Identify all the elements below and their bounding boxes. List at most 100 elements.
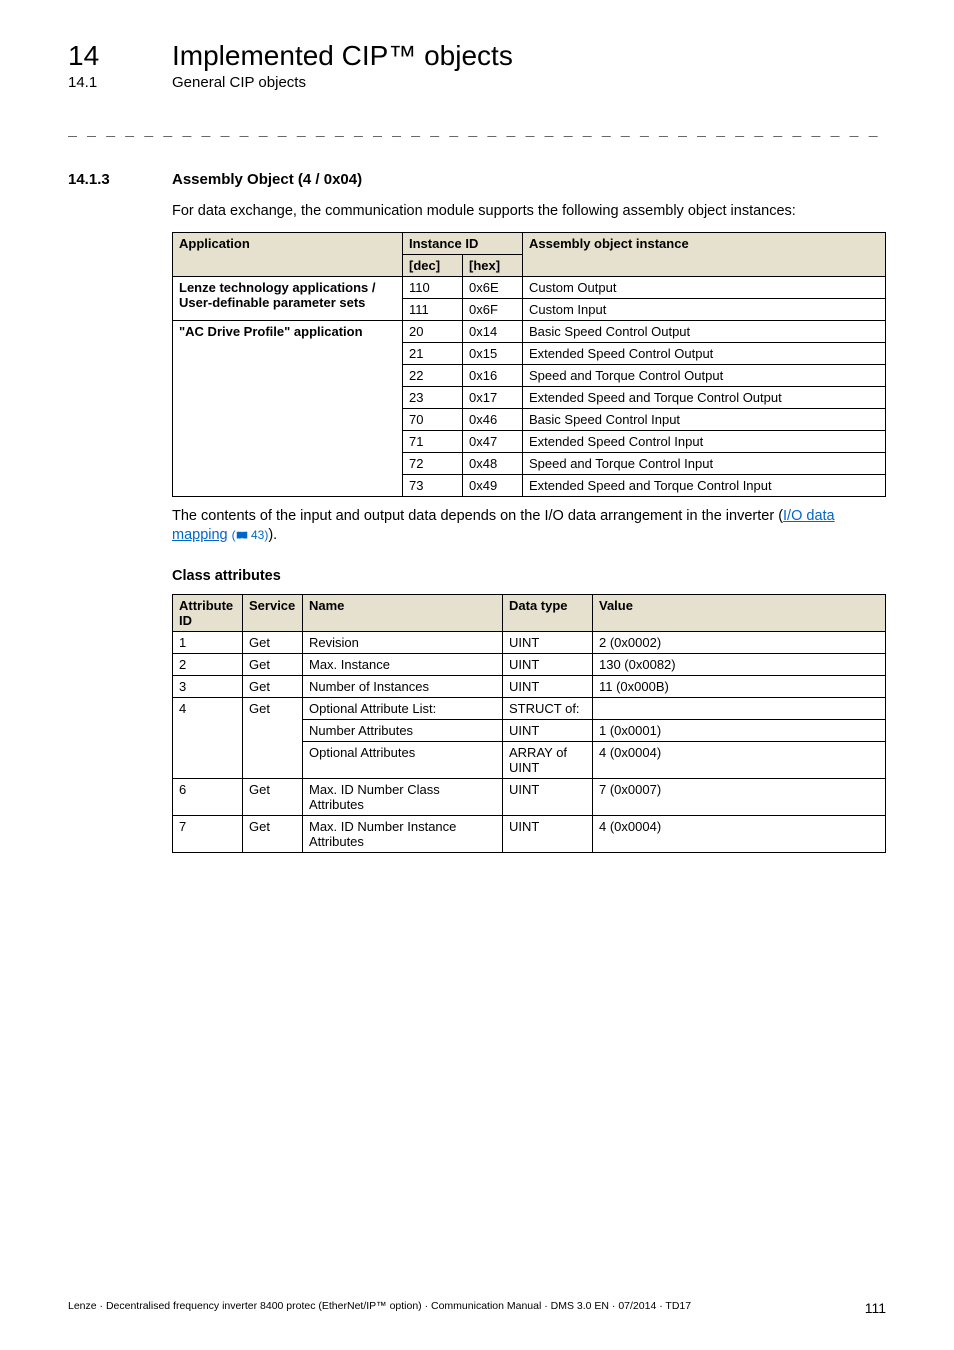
td-desc: Speed and Torque Control Input (523, 452, 886, 474)
td-desc: Speed and Torque Control Output (523, 364, 886, 386)
td-hex: 0x17 (463, 386, 523, 408)
td-type: UINT (503, 778, 593, 815)
td-subval: 1 (0x0001) (593, 719, 886, 741)
chapter-title: Implemented CIP™ objects (172, 40, 513, 72)
th-value: Value (593, 594, 886, 631)
th-attr: Attribute ID (173, 594, 243, 631)
td-type: UINT (503, 653, 593, 675)
td-desc: Basic Speed Control Input (523, 408, 886, 430)
td-hex: 0x6E (463, 276, 523, 298)
section-header: 14.1.3 Assembly Object (4 / 0x04) (68, 171, 886, 188)
table-header-row: Application Instance ID Assembly object … (173, 232, 886, 254)
td-svc: Get (243, 778, 303, 815)
table-row: 6 Get Max. ID Number Class Attributes UI… (173, 778, 886, 815)
td-name: Max. Instance (303, 653, 503, 675)
table-row: 2 Get Max. Instance UINT 130 (0x0082) (173, 653, 886, 675)
td-val: 130 (0x0082) (593, 653, 886, 675)
td-dec: 72 (403, 452, 463, 474)
td-type: UINT (503, 815, 593, 852)
td-desc: Extended Speed Control Input (523, 430, 886, 452)
page-footer: Lenze · Decentralised frequency inverter… (68, 1300, 886, 1316)
chapter-number: 14 (68, 40, 132, 72)
td-id: 1 (173, 631, 243, 653)
td-dec: 110 (403, 276, 463, 298)
table-row: 3 Get Number of Instances UINT 11 (0x000… (173, 675, 886, 697)
td-svc: Get (243, 653, 303, 675)
td-val: 4 (0x0004) (593, 815, 886, 852)
td-desc: Extended Speed Control Output (523, 342, 886, 364)
td-dec: 71 (403, 430, 463, 452)
td-name: Revision (303, 631, 503, 653)
th-datatype: Data type (503, 594, 593, 631)
td-desc: Basic Speed Control Output (523, 320, 886, 342)
page: 14 Implemented CIP™ objects 14.1 General… (0, 0, 954, 1350)
section-number: 14.1.3 (68, 171, 132, 188)
td-id: 3 (173, 675, 243, 697)
td-dec: 111 (403, 298, 463, 320)
td-name: Optional Attribute List: (303, 697, 503, 719)
td-val: 11 (0x000B) (593, 675, 886, 697)
table-row: "AC Drive Profile" application 20 0x14 B… (173, 320, 886, 342)
td-hex: 0x47 (463, 430, 523, 452)
td-id: 7 (173, 815, 243, 852)
section-body: For data exchange, the communication mod… (172, 202, 886, 853)
td-svc: Get (243, 815, 303, 852)
td-dec: 21 (403, 342, 463, 364)
td-svc: Get (243, 697, 303, 778)
class-attributes-heading: Class attributes (172, 568, 886, 584)
section-title: Assembly Object (4 / 0x04) (172, 171, 362, 188)
td-hex: 0x15 (463, 342, 523, 364)
td-dec: 20 (403, 320, 463, 342)
chapter-header: 14 Implemented CIP™ objects (68, 40, 886, 72)
td-desc: Custom Input (523, 298, 886, 320)
td-desc: Extended Speed and Torque Control Input (523, 474, 886, 496)
th-dec: [dec] (403, 254, 463, 276)
th-application: Application (173, 232, 403, 276)
note-post: ). (268, 527, 277, 543)
td-dec: 73 (403, 474, 463, 496)
td-subname: Optional Attributes (303, 741, 503, 778)
th-service: Service (243, 594, 303, 631)
separator: _ _ _ _ _ _ _ _ _ _ _ _ _ _ _ _ _ _ _ _ … (68, 119, 886, 137)
td-subval: 4 (0x0004) (593, 741, 886, 778)
td-app-label: "AC Drive Profile" application (173, 320, 403, 496)
footer-text: Lenze · Decentralised frequency inverter… (68, 1300, 691, 1316)
table-row: 1 Get Revision UINT 2 (0x0002) (173, 631, 886, 653)
td-dec: 70 (403, 408, 463, 430)
td-svc: Get (243, 675, 303, 697)
td-name: Max. ID Number Class Attributes (303, 778, 503, 815)
table-header-row: Attribute ID Service Name Data type Valu… (173, 594, 886, 631)
th-assembly: Assembly object instance (523, 232, 886, 276)
subchapter-header: 14.1 General CIP objects (68, 74, 886, 91)
class-attributes-table: Attribute ID Service Name Data type Valu… (172, 594, 886, 853)
table-row: 4 Get Optional Attribute List: STRUCT of… (173, 697, 886, 719)
book-icon (236, 531, 248, 540)
th-name: Name (303, 594, 503, 631)
th-instance-id: Instance ID (403, 232, 523, 254)
td-hex: 0x49 (463, 474, 523, 496)
td-id: 2 (173, 653, 243, 675)
td-dec: 22 (403, 364, 463, 386)
td-val (593, 697, 886, 719)
td-desc: Extended Speed and Torque Control Output (523, 386, 886, 408)
td-subtype: ARRAY of UINT (503, 741, 593, 778)
table-row: Lenze technology applications / User-def… (173, 276, 886, 298)
intro-paragraph: For data exchange, the communication mod… (172, 202, 886, 222)
td-hex: 0x48 (463, 452, 523, 474)
table-row: 7 Get Max. ID Number Instance Attributes… (173, 815, 886, 852)
td-name: Number of Instances (303, 675, 503, 697)
subchapter-title: General CIP objects (172, 74, 306, 91)
page-ref[interactable]: ( 43) (232, 528, 269, 542)
td-svc: Get (243, 631, 303, 653)
td-type: UINT (503, 631, 593, 653)
td-app-label: Lenze technology applications / User-def… (173, 276, 403, 320)
td-subname: Number Attributes (303, 719, 503, 741)
td-subtype: UINT (503, 719, 593, 741)
td-desc: Custom Output (523, 276, 886, 298)
subchapter-number: 14.1 (68, 74, 132, 91)
td-id: 6 (173, 778, 243, 815)
td-hex: 0x16 (463, 364, 523, 386)
td-hex: 0x14 (463, 320, 523, 342)
page-number: 111 (865, 1300, 886, 1316)
td-val: 2 (0x0002) (593, 631, 886, 653)
